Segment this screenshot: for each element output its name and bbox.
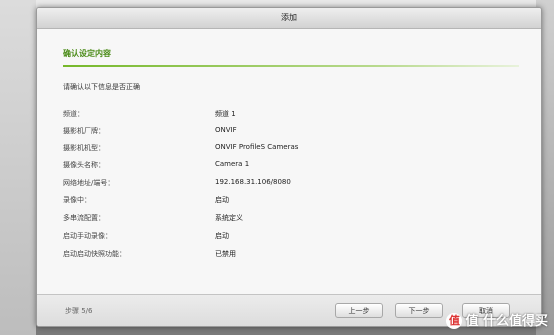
add-camera-dialog: 添加 确认设定内容 请确认以下信息是否正确 频道： 频道 1 摄影机厂牌： ON… [36,7,542,327]
row-value: 启动 [215,196,229,204]
row-value: 系统定义 [215,214,243,222]
row-value: 启动 [215,232,229,240]
next-button[interactable]: 下一步 [395,303,443,318]
row-label: 多串流配置： [63,214,105,222]
row-label: 网络地址/端号： [63,179,115,187]
row-channel: 频道： 频道 1 [37,109,537,123]
row-value: 已禁用 [215,250,236,258]
row-recording: 录像中： 启动 [37,195,537,209]
dialog-title: 添加 [37,8,541,29]
row-multistream: 多串流配置： 系统定义 [37,213,537,227]
row-value: 192.168.31.106/8080 [215,178,291,186]
row-value: 频道 1 [215,110,236,118]
row-camera-brand: 摄影机厂牌： ONVIF [37,126,537,140]
row-snapshot: 启动启动快照功能： 已禁用 [37,249,537,263]
row-label: 摄影机机型： [63,144,105,152]
row-value: ONVIF ProfileS Cameras [215,143,299,151]
row-label: 录像中： [63,196,91,204]
previous-button[interactable]: 上一步 [335,303,383,318]
row-label: 摄像头名称： [63,161,105,169]
row-value: Camera 1 [215,160,250,168]
row-label: 摄影机厂牌： [63,127,105,135]
watermark: 值值 什么值得买 [446,310,548,329]
section-title: 确认设定内容 [63,49,111,58]
row-camera-model: 摄影机机型： ONVIF ProfileS Cameras [37,143,537,157]
row-manual-recording: 启动手动录像： 启动 [37,231,537,245]
row-label: 频道： [63,110,84,118]
intro-text: 请确认以下信息是否正确 [63,83,140,91]
section-divider [63,65,519,67]
watermark-logo-icon: 值 [446,313,463,329]
row-camera-name: 摄像头名称： Camera 1 [37,160,537,174]
step-indicator: 步骤 5/6 [65,307,93,315]
row-label: 启动手动录像： [63,232,112,240]
row-network-address: 网络地址/端号： 192.168.31.106/8080 [37,178,537,192]
row-label: 启动启动快照功能： [63,250,126,258]
watermark-text: 值 什么值得买 [465,313,548,329]
background-left-panel [0,0,36,335]
row-value: ONVIF [215,126,237,134]
